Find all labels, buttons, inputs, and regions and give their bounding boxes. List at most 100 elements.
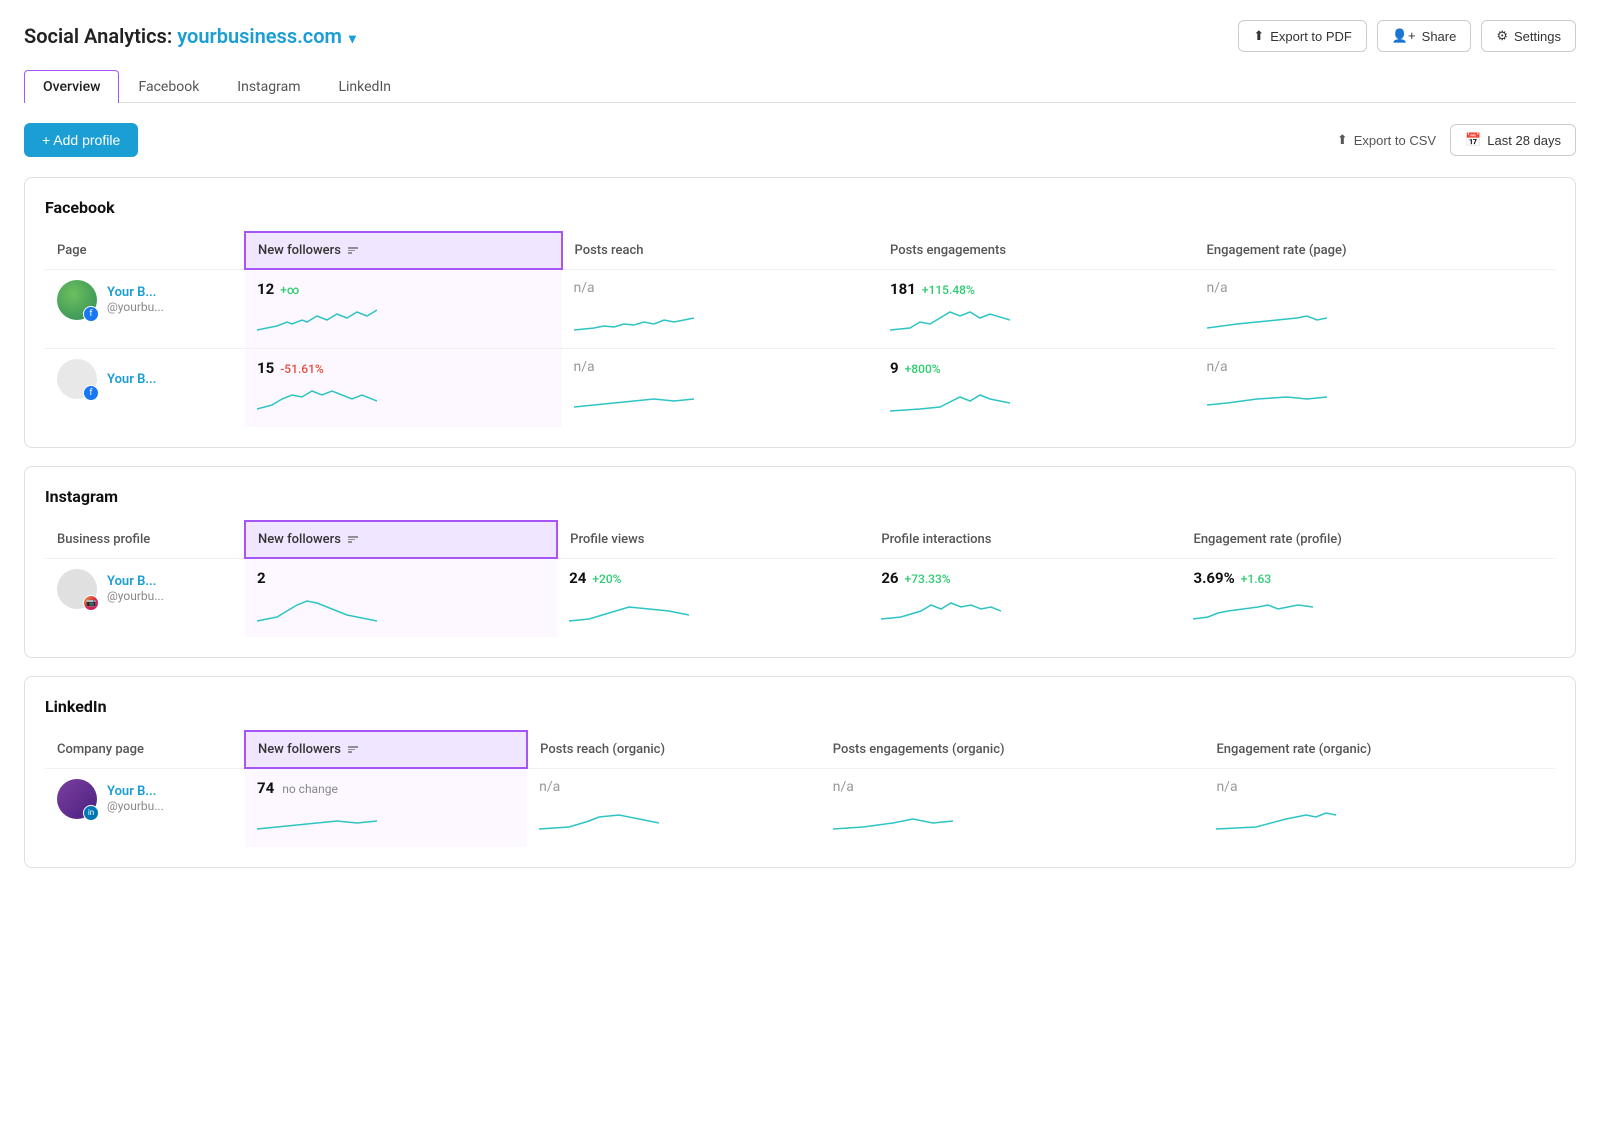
li-row1-posts-reach-organic: n/a <box>527 768 821 847</box>
profile-handle: @yourbu... <box>107 799 164 813</box>
metric-na: n/a <box>1207 359 1228 375</box>
sort-icon[interactable] <box>348 536 358 543</box>
sparkline-chart <box>1193 591 1313 623</box>
domain-link[interactable]: yourbusiness.com <box>177 24 342 48</box>
fb-row1-posts-engagements: 181 +115.48% <box>878 269 1195 349</box>
linkedin-table: Company page New followers Posts reach (… <box>45 730 1555 847</box>
table-row: f Your B... 15 -51.61% <box>45 349 1555 428</box>
metric-value: 26 <box>881 569 898 587</box>
ig-row1-profile: 📷 Your B... @yourbu... <box>45 558 245 637</box>
linkedin-section: LinkedIn Company page New followers Post… <box>24 676 1576 868</box>
ig-col-profile-views: Profile views <box>557 521 869 558</box>
tab-facebook[interactable]: Facebook <box>119 70 218 103</box>
sort-icon[interactable] <box>348 247 358 254</box>
header-actions: ⬆ Export to PDF 👤+ Share ⚙ Settings <box>1238 20 1576 52</box>
sparkline-chart <box>1207 379 1327 411</box>
sparkline-chart <box>257 381 377 413</box>
add-profile-label: + Add profile <box>42 132 120 148</box>
date-range-button[interactable]: 📅 Last 28 days <box>1450 124 1576 156</box>
fb-col-new-followers[interactable]: New followers <box>245 232 562 269</box>
instagram-section: Instagram Business profile New followers… <box>24 466 1576 658</box>
metric-value: 3.69% <box>1193 569 1234 587</box>
share-button[interactable]: 👤+ Share <box>1377 20 1471 52</box>
sparkline-chart <box>574 300 694 332</box>
fb-row2-new-followers: 15 -51.61% <box>245 349 562 428</box>
fb-row2-posts-engagements: 9 +800% <box>878 349 1195 428</box>
li-row1-new-followers: 74 no change <box>245 768 527 847</box>
li-row1-profile: in Your B... @yourbu... <box>45 768 245 847</box>
upload-icon: ⬆ <box>1337 132 1348 148</box>
ig-col-new-followers[interactable]: New followers <box>245 521 557 558</box>
date-range-label: Last 28 days <box>1487 133 1561 148</box>
linkedin-section-title: LinkedIn <box>45 697 1555 716</box>
share-icon: 👤+ <box>1392 28 1416 44</box>
toolbar-right: ⬆ Export to CSV 📅 Last 28 days <box>1337 124 1576 156</box>
sparkline-chart <box>257 591 377 623</box>
add-profile-button[interactable]: + Add profile <box>24 123 138 157</box>
metric-na: n/a <box>574 280 595 296</box>
metric-change: no change <box>282 782 338 796</box>
metric-value: 12 <box>257 280 274 298</box>
ig-row1-profile-views: 24 +20% <box>557 558 869 637</box>
profile-name[interactable]: Your B... <box>107 372 156 387</box>
facebook-section-title: Facebook <box>45 198 1555 217</box>
profile-name[interactable]: Your B... <box>107 285 164 300</box>
metric-change: +20% <box>592 572 621 586</box>
sparkline-chart <box>1216 799 1336 831</box>
profile-name[interactable]: Your B... <box>107 574 164 589</box>
tabs: Overview Facebook Instagram LinkedIn <box>24 70 1576 103</box>
sparkline-chart <box>574 379 694 411</box>
fb-row1-profile: f Your B... @yourbu... <box>45 269 245 349</box>
toolbar: + Add profile ⬆ Export to CSV 📅 Last 28 … <box>24 123 1576 157</box>
instagram-table-header: Business profile New followers Profile v… <box>45 521 1555 558</box>
export-pdf-button[interactable]: ⬆ Export to PDF <box>1238 20 1367 52</box>
ig-col-profile: Business profile <box>45 521 245 558</box>
facebook-badge-icon: f <box>83 385 99 401</box>
fb-row2-posts-reach: n/a <box>562 349 879 428</box>
tab-linkedin[interactable]: LinkedIn <box>319 70 410 103</box>
instagram-section-title: Instagram <box>45 487 1555 506</box>
export-csv-button[interactable]: ⬆ Export to CSV <box>1337 132 1436 148</box>
sparkline-chart <box>539 799 659 831</box>
fb-row1-posts-reach: n/a <box>562 269 879 349</box>
gear-icon: ⚙ <box>1496 28 1508 44</box>
metric-change: +115.48% <box>922 283 975 297</box>
settings-button[interactable]: ⚙ Settings <box>1481 20 1576 52</box>
fb-row1-engagement-rate: n/a <box>1195 269 1555 349</box>
ig-row1-engagement-rate: 3.69% +1.63 <box>1181 558 1555 637</box>
tab-overview[interactable]: Overview <box>24 70 119 103</box>
sparkline-chart <box>257 801 377 833</box>
metric-na: n/a <box>574 359 595 375</box>
li-col-new-followers[interactable]: New followers <box>245 731 527 768</box>
fb-col-posts-reach: Posts reach <box>562 232 879 269</box>
sparkline-chart <box>257 302 377 334</box>
li-col-posts-engagements-organic: Posts engagements (organic) <box>821 731 1205 768</box>
fb-row2-profile: f Your B... <box>45 349 245 428</box>
sort-icon[interactable] <box>348 746 358 753</box>
calendar-icon: 📅 <box>1465 132 1481 148</box>
metric-value: 74 <box>257 779 274 797</box>
facebook-table: Page New followers Posts reach Posts eng… <box>45 231 1555 427</box>
linkedin-badge-icon: in <box>83 805 99 821</box>
profile-name[interactable]: Your B... <box>107 784 164 799</box>
fb-row2-engagement-rate: n/a <box>1195 349 1555 428</box>
ig-col-profile-interactions: Profile interactions <box>869 521 1181 558</box>
fb-col-posts-engagements: Posts engagements <box>878 232 1195 269</box>
export-icon: ⬆ <box>1253 28 1264 44</box>
sparkline-chart <box>890 381 1010 413</box>
li-row1-engagement-rate-organic: n/a <box>1204 768 1555 847</box>
sparkline-chart <box>833 799 953 831</box>
li-col-engagement-rate-organic: Engagement rate (organic) <box>1204 731 1555 768</box>
ig-col-engagement-rate: Engagement rate (profile) <box>1181 521 1555 558</box>
sparkline-chart <box>569 591 689 623</box>
tab-instagram[interactable]: Instagram <box>218 70 319 103</box>
linkedin-table-header: Company page New followers Posts reach (… <box>45 731 1555 768</box>
metric-change: +73.33% <box>905 572 951 586</box>
facebook-table-header: Page New followers Posts reach Posts eng… <box>45 232 1555 269</box>
table-row: f Your B... @yourbu... 12 +∞ <box>45 269 1555 349</box>
facebook-section: Facebook Page New followers Posts reach … <box>24 177 1576 448</box>
ig-row1-new-followers: 2 <box>245 558 557 637</box>
sparkline-chart <box>1207 300 1327 332</box>
sparkline-chart <box>881 591 1001 623</box>
domain-chevron-icon[interactable]: ▾ <box>349 31 356 47</box>
